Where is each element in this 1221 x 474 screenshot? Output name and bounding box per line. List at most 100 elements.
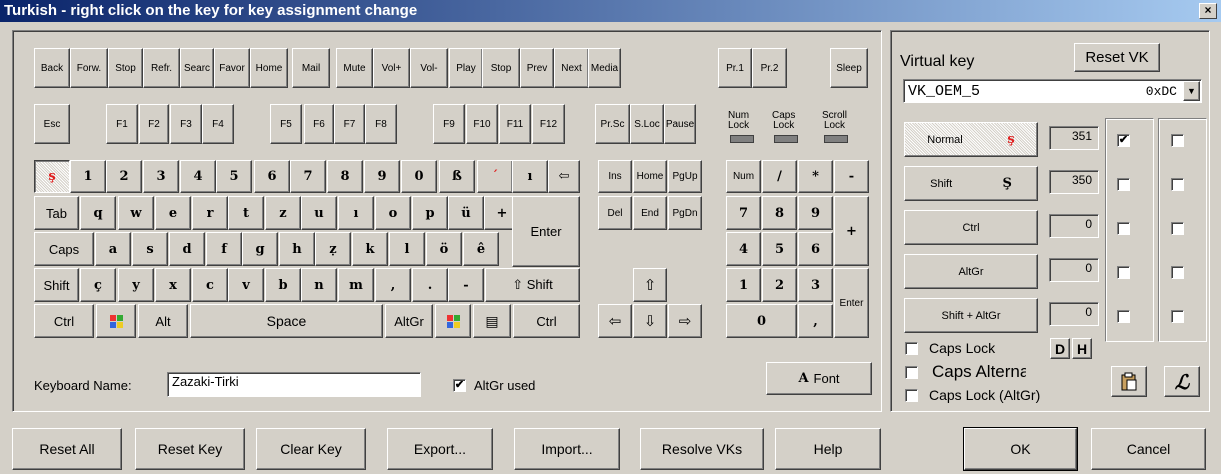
key[interactable]: Shift <box>34 268 79 302</box>
f-key[interactable]: F4 <box>202 104 234 144</box>
numpad-key[interactable]: 9 <box>798 196 833 230</box>
key[interactable]: 9 <box>364 160 400 193</box>
shift-state-button[interactable]: Normal ş <box>904 122 1038 157</box>
right-windows-key[interactable] <box>435 304 471 338</box>
key[interactable]: 5 <box>216 160 252 193</box>
altgr-used-checkbox[interactable]: ✔ <box>453 379 466 392</box>
nav-key[interactable]: Del <box>598 196 632 230</box>
f-key[interactable]: Pause <box>664 104 696 144</box>
right-ctrl-key[interactable]: Ctrl <box>513 304 580 338</box>
f-key[interactable]: F6 <box>304 104 334 144</box>
paste-button[interactable] <box>1111 366 1147 397</box>
f-key[interactable]: F2 <box>139 104 169 144</box>
numpad-key[interactable]: 8 <box>762 196 797 230</box>
key[interactable]: Tab <box>34 196 79 230</box>
numpad-key[interactable]: 7 <box>726 196 761 230</box>
key[interactable]: ö <box>426 232 462 266</box>
numpad-key[interactable]: 6 <box>798 232 833 266</box>
nav-key[interactable]: Ins <box>598 160 632 193</box>
shift-state-button[interactable]: Shift Ş <box>904 166 1038 201</box>
close-button[interactable]: × <box>1199 3 1217 19</box>
key[interactable]: u <box>301 196 337 230</box>
bottom-button[interactable]: Help <box>775 428 881 470</box>
key[interactable]: - <box>448 268 484 302</box>
key[interactable]: t <box>228 196 264 230</box>
numpad-key[interactable]: 1 <box>726 268 761 302</box>
key[interactable]: ü <box>448 196 484 230</box>
media-key[interactable]: Prev <box>520 48 554 88</box>
space-key[interactable]: Space <box>190 304 383 338</box>
numpad-comma-key[interactable]: , <box>798 304 833 338</box>
nav-key[interactable]: Home <box>633 160 667 193</box>
bottom-button[interactable]: Clear Key <box>256 428 366 470</box>
numpad-plus-key[interactable]: + <box>834 196 869 266</box>
key[interactable]: 7 <box>290 160 326 193</box>
media-key[interactable]: Pr.1 <box>718 48 752 88</box>
f-key[interactable]: S.Loc <box>630 104 664 144</box>
bottom-button[interactable]: OK <box>963 427 1078 471</box>
shift-state-value[interactable]: 0 <box>1049 214 1099 238</box>
f-key[interactable]: F5 <box>270 104 302 144</box>
f-key[interactable]: F12 <box>532 104 565 144</box>
key[interactable]: r <box>192 196 228 230</box>
key[interactable]: ß <box>439 160 475 193</box>
key[interactable]: q <box>80 196 116 230</box>
nav-key[interactable]: PgDn <box>668 196 702 230</box>
key[interactable]: v <box>228 268 264 302</box>
key[interactable]: y <box>118 268 154 302</box>
caps-lock-altgr-checkbox[interactable] <box>905 389 918 402</box>
key[interactable]: o <box>375 196 411 230</box>
key[interactable]: b <box>265 268 301 302</box>
left-ctrl-key[interactable]: Ctrl <box>34 304 94 338</box>
key[interactable]: 2 <box>106 160 142 193</box>
media-key[interactable]: Next <box>554 48 589 88</box>
numpad-key[interactable]: 5 <box>762 232 797 266</box>
shift-state-value[interactable]: 0 <box>1049 302 1099 326</box>
numpad-key[interactable]: 4 <box>726 232 761 266</box>
bottom-button[interactable]: Reset Key <box>135 428 245 470</box>
numpad-key[interactable]: / <box>762 160 797 193</box>
media-key[interactable]: Pr.2 <box>752 48 787 88</box>
media-key[interactable]: Refr. <box>143 48 180 88</box>
d-button[interactable]: D <box>1050 338 1070 359</box>
arrow-up-key[interactable]: ⇧ <box>633 268 667 302</box>
key[interactable]: 4 <box>180 160 216 193</box>
f-key[interactable]: Esc <box>34 104 70 144</box>
numpad-enter-key[interactable]: Enter <box>834 268 869 338</box>
media-key[interactable]: Stop <box>108 48 143 88</box>
nav-key[interactable]: End <box>633 196 667 230</box>
h-button[interactable]: H <box>1072 338 1092 359</box>
key[interactable]: 1 <box>70 160 106 193</box>
arrow-down-key[interactable]: ⇩ <box>633 304 667 338</box>
media-key[interactable]: Back <box>34 48 70 88</box>
key[interactable]: f <box>206 232 242 266</box>
key[interactable]: n <box>301 268 337 302</box>
vk-dropdown-button[interactable]: ▼ <box>1183 81 1200 101</box>
nav-key[interactable]: PgUp <box>668 160 702 193</box>
key[interactable]: ı <box>338 196 374 230</box>
numpad-key[interactable]: - <box>834 160 869 193</box>
left-windows-key[interactable] <box>96 304 136 338</box>
right-shift-key[interactable]: ⇧ Shift <box>485 268 580 302</box>
media-key[interactable]: Stop <box>482 48 520 88</box>
virtual-key-select[interactable]: VK_OEM_5 0xDC <box>903 79 1202 103</box>
shift-state-button[interactable]: AltGr <box>904 254 1038 289</box>
key[interactable]: p <box>412 196 448 230</box>
key[interactable]: l <box>389 232 425 266</box>
bottom-button[interactable]: Cancel <box>1091 428 1206 470</box>
key[interactable]: m <box>338 268 374 302</box>
f-key[interactable]: F10 <box>466 104 498 144</box>
bottom-button[interactable]: Import... <box>514 428 620 470</box>
key[interactable]: . <box>412 268 448 302</box>
enter-key[interactable]: Enter <box>512 196 580 267</box>
arrow-left-key[interactable]: ⇦ <box>598 304 632 338</box>
edit-button[interactable]: ℒ <box>1164 366 1200 397</box>
key[interactable]: z <box>265 196 301 230</box>
key[interactable]: ê <box>463 232 499 266</box>
numpad-0-key[interactable]: 0 <box>726 304 797 338</box>
f-key[interactable]: F1 <box>106 104 138 144</box>
key[interactable]: ç <box>80 268 116 302</box>
bottom-button[interactable]: Export... <box>387 428 493 470</box>
keyboard-name-input[interactable]: Zazaki-Tirki <box>167 372 421 397</box>
key[interactable]: k <box>352 232 388 266</box>
